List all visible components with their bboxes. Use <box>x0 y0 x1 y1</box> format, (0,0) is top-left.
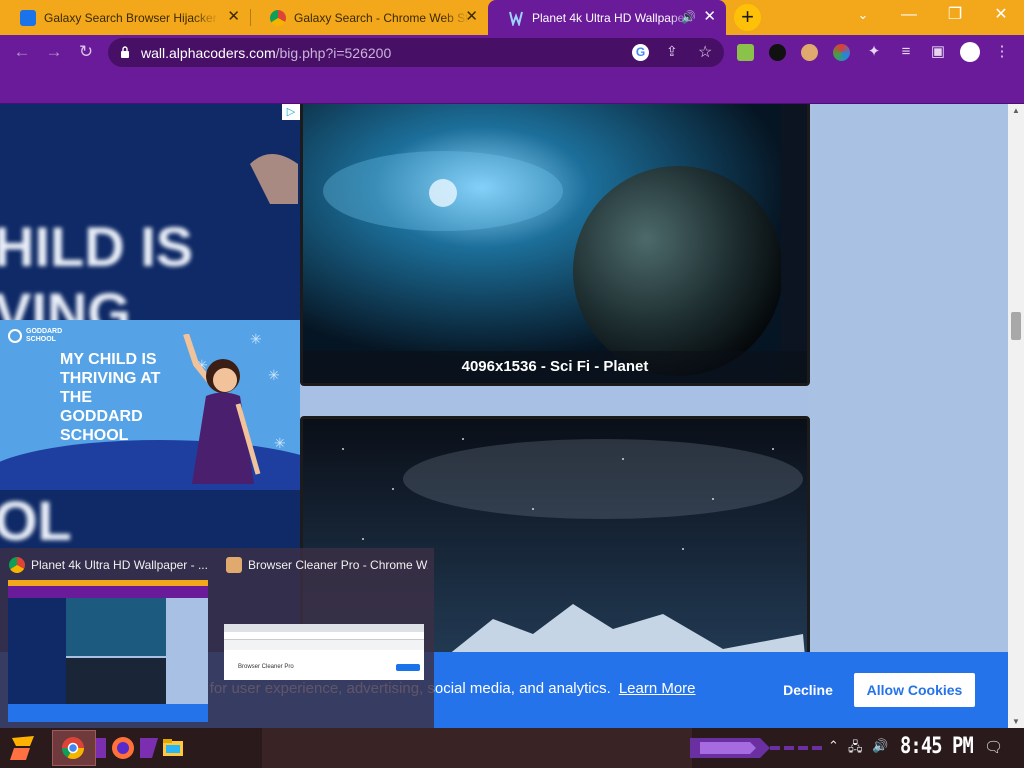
show-hidden-icons[interactable]: ⌃ <box>828 738 839 754</box>
ad-headline: MY CHILD IS THRIVING AT THE GODDARD SCHO… <box>60 351 161 444</box>
thumbnail-browser-cleaner[interactable]: Browser Cleaner Pro - Chrome W... Browse… <box>217 548 434 728</box>
extensions-puzzle-icon[interactable]: ✦ <box>864 42 884 62</box>
thumbnail-preview: Browser Cleaner Pro <box>224 624 424 680</box>
thumbnail-title: Planet 4k Ultra HD Wallpaper - ... <box>31 558 208 572</box>
close-tab-icon[interactable]: ✕ <box>465 9 478 24</box>
bookmarks-bar <box>0 69 1024 104</box>
file-explorer-taskbar-icon[interactable] <box>156 732 190 764</box>
close-tab-icon[interactable]: ✕ <box>703 9 716 24</box>
browser-toolbar: ← → ↻ wall.alphacoders.com/big.php?i=526… <box>0 35 1024 69</box>
child-photo <box>183 334 261 484</box>
tab-galaxy-webstore[interactable]: Galaxy Search - Chrome Web Store ✕ <box>250 0 488 35</box>
chrome-icon <box>62 737 84 759</box>
address-bar[interactable]: wall.alphacoders.com/big.php?i=526200 G … <box>108 38 724 67</box>
svg-text:✳: ✳ <box>268 367 280 383</box>
media-control-icon[interactable]: ≡ <box>896 42 916 62</box>
extension-bag-icon[interactable] <box>737 44 754 61</box>
share-icon[interactable]: ⇪ <box>666 43 678 60</box>
page-background <box>808 104 1008 728</box>
notifications-icon[interactable]: 🗨 <box>984 738 1003 756</box>
side-panel-icon[interactable]: ▣ <box>928 42 948 62</box>
tab-strip: Galaxy Search Browser Hijacker ✕ Galaxy … <box>0 0 1024 35</box>
tab-galaxy-hijacker[interactable]: Galaxy Search Browser Hijacker ✕ <box>0 0 250 35</box>
taskbar-decoration-icon <box>770 746 822 750</box>
close-window-button[interactable]: ✕ <box>978 0 1024 32</box>
ad-blurred-hand <box>250 154 298 204</box>
wallpaper-caption: 4096x1536 - Sci Fi - Planet <box>461 358 649 375</box>
thumbnail-preview <box>8 580 208 722</box>
restore-button[interactable]: ❐ <box>932 0 978 32</box>
menu-kebab-icon[interactable]: ⋮ <box>992 42 1012 62</box>
learn-more-link[interactable]: Learn More <box>619 680 696 697</box>
chrome-webstore-icon <box>270 9 286 26</box>
thumbnail-planet-wallpaper[interactable]: Planet 4k Ultra HD Wallpaper - ... <box>0 548 217 728</box>
chrome-icon <box>9 557 25 573</box>
taskbar-thumbnail-popup: Planet 4k Ultra HD Wallpaper - ... Brows… <box>0 548 434 728</box>
tab-title: Galaxy Search Browser Hijacker <box>44 10 217 25</box>
ad-choices-icon[interactable]: ▷ <box>282 104 300 120</box>
back-icon[interactable]: ← <box>10 40 34 64</box>
extension-cleaner-icon[interactable] <box>801 44 818 61</box>
url-text[interactable]: wall.alphacoders.com/big.php?i=526200 <box>141 45 391 61</box>
taskbar-divider-icon <box>96 738 106 758</box>
page-scrollbar[interactable]: ▲ ▼ <box>1008 104 1024 728</box>
close-tab-icon[interactable]: ✕ <box>227 9 240 24</box>
browser-cleaner-icon <box>226 557 242 573</box>
thumbnail-title: Browser Cleaner Pro - Chrome W... <box>248 558 428 572</box>
url-host: wall.alphacoders.com <box>141 45 276 61</box>
preview-heading: Browser Cleaner Pro <box>238 664 294 670</box>
forward-icon[interactable]: → <box>42 40 66 64</box>
reload-icon[interactable]: ↻ <box>74 40 98 64</box>
tab-search-icon[interactable]: ⌄ <box>840 0 886 32</box>
google-lens-icon[interactable]: G <box>632 44 649 61</box>
taskbar-clock[interactable]: 8:45 PM <box>900 734 974 759</box>
scroll-up-icon[interactable]: ▲ <box>1008 106 1024 115</box>
ad-blurred-text: OL <box>0 489 72 552</box>
audio-playing-icon[interactable]: 🔊 <box>681 10 696 24</box>
network-icon[interactable]: 🖧 <box>848 738 863 760</box>
wallpaper-planet[interactable]: 4096x1536 - Sci Fi - Planet <box>300 104 810 386</box>
scroll-down-icon[interactable]: ▼ <box>1008 717 1024 726</box>
chrome-taskbar-button[interactable] <box>52 730 96 766</box>
taskbar-decoration-icon <box>690 738 770 758</box>
start-button-icon[interactable] <box>8 734 38 762</box>
windows-taskbar: ⌃ 🖧 🔊 8:45 PM 🗨 <box>0 728 1024 768</box>
extension-dark-icon[interactable] <box>769 44 786 61</box>
profile-avatar-icon[interactable] <box>960 42 980 62</box>
site-favicon-icon <box>20 9 36 26</box>
tab-title: Galaxy Search - Chrome Web Store <box>294 10 469 25</box>
goddard-logo: GODDARD SCHOOL <box>8 328 62 344</box>
planet-image <box>303 104 807 383</box>
url-path: /big.php?i=526200 <box>275 45 392 61</box>
scrollbar-thumb[interactable] <box>1011 312 1021 340</box>
ad-card: ✳✳✳ ✳✳ GODDARDSCHOOL MY CHILD IS THRIVIN… <box>0 320 300 490</box>
tab-title: Planet 4k Ultra HD Wallpaper <box>532 10 689 25</box>
allow-cookies-button[interactable]: Allow Cookies <box>854 673 975 707</box>
bookmark-star-icon[interactable]: ☆ <box>698 42 712 62</box>
decline-button[interactable]: Decline <box>770 674 846 706</box>
minimize-button[interactable]: — <box>886 0 932 32</box>
ad-blurred-text: HILD IS <box>0 215 194 278</box>
new-tab-button[interactable]: + <box>734 4 761 31</box>
lock-icon <box>121 46 129 58</box>
taskbar-empty-area <box>262 728 692 768</box>
alphacoders-icon <box>509 11 523 26</box>
firefox-taskbar-icon[interactable] <box>106 732 140 764</box>
extension-color-icon[interactable] <box>833 44 850 61</box>
volume-icon[interactable]: 🔊 <box>872 738 888 754</box>
tab-planet-wallpaper[interactable]: Planet 4k Ultra HD Wallpaper 🔊 ✕ <box>488 0 726 35</box>
